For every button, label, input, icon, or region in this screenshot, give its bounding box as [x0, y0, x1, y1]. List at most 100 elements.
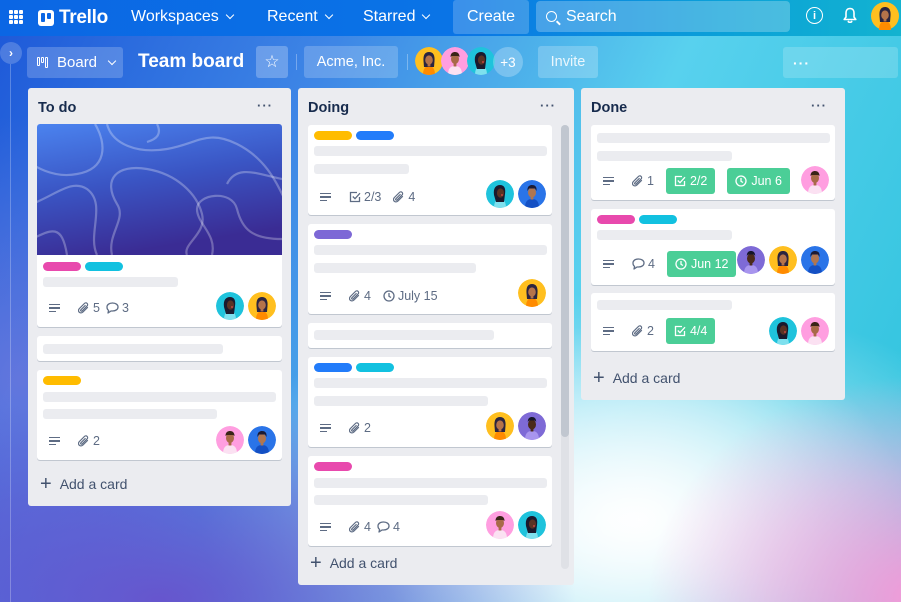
board-menu-button[interactable]: ··· — [783, 47, 898, 78]
member-avatar[interactable] — [248, 426, 276, 454]
card[interactable] — [308, 323, 552, 348]
card[interactable]: 4 July 15 — [308, 224, 552, 314]
attachments-count: 2 — [647, 324, 654, 338]
card-badges: 4 July 15 — [320, 288, 446, 304]
invite-button[interactable]: Invite — [538, 46, 598, 78]
list-menu-button[interactable]: ··· — [540, 98, 556, 113]
card-title-placeholder — [43, 344, 223, 354]
member-avatar[interactable] — [216, 426, 244, 454]
chevron-right-icon: › — [9, 46, 13, 60]
plus-icon: + — [593, 367, 605, 389]
board-title[interactable]: Team board — [138, 51, 244, 73]
label-cyan[interactable] — [356, 363, 394, 372]
label-pink[interactable] — [314, 462, 352, 471]
due-date-complete-badge[interactable]: Jun 6 — [727, 168, 790, 194]
label-yellow[interactable] — [314, 131, 352, 140]
member-avatar[interactable] — [801, 317, 829, 345]
card[interactable]: 2 — [37, 370, 282, 460]
card[interactable]: 4 Jun 12 — [591, 209, 835, 285]
label-blue[interactable] — [356, 131, 394, 140]
member-avatar[interactable] — [467, 47, 495, 75]
label-yellow[interactable] — [43, 376, 81, 385]
member-avatar[interactable] — [486, 412, 514, 440]
card[interactable]: 2 — [308, 357, 552, 447]
trello-logo[interactable]: Trello — [38, 7, 108, 29]
top-navigation-bar: Trello Workspaces Recent Starred Create … — [0, 0, 901, 36]
app-switcher-icon[interactable] — [9, 10, 23, 24]
list-scrollbar-thumb[interactable] — [561, 125, 569, 437]
paperclip-icon — [632, 324, 643, 337]
board-view-switcher[interactable]: Board — [27, 47, 123, 78]
checklist-icon — [674, 325, 686, 337]
list-title[interactable]: To do — [38, 100, 76, 116]
card[interactable] — [37, 336, 282, 361]
star-board-button[interactable]: ☆ — [256, 46, 288, 78]
label-pink[interactable] — [597, 215, 635, 224]
user-avatar[interactable] — [871, 2, 899, 30]
list-scrollbar[interactable] — [561, 125, 569, 569]
attachments-badge: 2 — [78, 434, 100, 448]
card-members — [769, 317, 829, 345]
star-icon: ☆ — [264, 52, 280, 71]
description-icon — [603, 326, 614, 336]
attachments-badge: 4 — [349, 520, 371, 534]
board-view-icon — [37, 57, 48, 68]
workspace-button[interactable]: Acme, Inc. — [304, 46, 398, 78]
member-avatar[interactable] — [248, 292, 276, 320]
member-avatar[interactable] — [441, 47, 469, 75]
attachments-badge: 1 — [632, 174, 654, 188]
label-purple[interactable] — [314, 230, 352, 239]
board-view-label: Board — [57, 54, 98, 71]
card[interactable]: 1 2/2 Jun 6 — [591, 125, 835, 200]
label-pink[interactable] — [43, 262, 81, 271]
card-title-placeholder — [314, 396, 488, 406]
member-avatar[interactable] — [801, 166, 829, 194]
label-cyan[interactable] — [639, 215, 677, 224]
info-icon[interactable]: i — [806, 7, 823, 24]
comments-count: 3 — [121, 301, 129, 315]
member-avatar[interactable] — [486, 511, 514, 539]
label-cyan[interactable] — [85, 262, 123, 271]
card-members — [486, 412, 546, 440]
create-button[interactable]: Create — [453, 0, 529, 34]
search-input[interactable]: Search — [536, 1, 790, 32]
starred-menu[interactable]: Starred — [363, 6, 431, 28]
add-card-button[interactable]: + Add a card — [40, 474, 127, 494]
card[interactable]: 5 3 — [37, 124, 282, 327]
member-avatar[interactable] — [518, 412, 546, 440]
member-avatar[interactable] — [216, 292, 244, 320]
member-avatar[interactable] — [769, 246, 797, 274]
attachments-badge: 4 — [393, 190, 415, 204]
more-members-button[interactable]: +3 — [493, 47, 523, 77]
member-avatar[interactable] — [801, 246, 829, 274]
member-avatar[interactable] — [486, 180, 514, 208]
member-avatar[interactable] — [518, 511, 546, 539]
due-date: Jun 6 — [751, 174, 782, 188]
member-avatar[interactable] — [737, 246, 765, 274]
recent-menu[interactable]: Recent — [267, 6, 333, 28]
card[interactable]: 2 4/4 — [591, 293, 835, 351]
add-card-button[interactable]: + Add a card — [310, 552, 397, 574]
list-menu-button[interactable]: ··· — [811, 98, 827, 113]
member-avatar[interactable] — [769, 317, 797, 345]
notifications-bell-icon[interactable] — [843, 7, 857, 24]
comments-badge: 4 — [632, 257, 655, 271]
card-members — [216, 426, 276, 454]
description-icon — [320, 423, 331, 433]
member-avatar[interactable] — [415, 47, 443, 75]
list-menu-button[interactable]: ··· — [257, 98, 273, 113]
card[interactable]: 4 4 — [308, 456, 552, 546]
sidebar-expand-button[interactable]: › — [0, 42, 22, 64]
list-title[interactable]: Doing — [308, 100, 349, 116]
member-avatar[interactable] — [518, 279, 546, 307]
due-date-complete-badge[interactable]: Jun 12 — [666, 251, 737, 277]
plus-icon: + — [310, 552, 322, 574]
list-title[interactable]: Done — [591, 100, 627, 116]
add-card-button[interactable]: + Add a card — [593, 367, 680, 389]
workspaces-menu[interactable]: Workspaces — [131, 6, 234, 28]
member-avatar[interactable] — [518, 180, 546, 208]
label-blue[interactable] — [314, 363, 352, 372]
card-badges: 5 3 — [49, 300, 137, 316]
card[interactable]: 2/3 4 — [308, 125, 552, 215]
paperclip-icon — [632, 174, 643, 187]
